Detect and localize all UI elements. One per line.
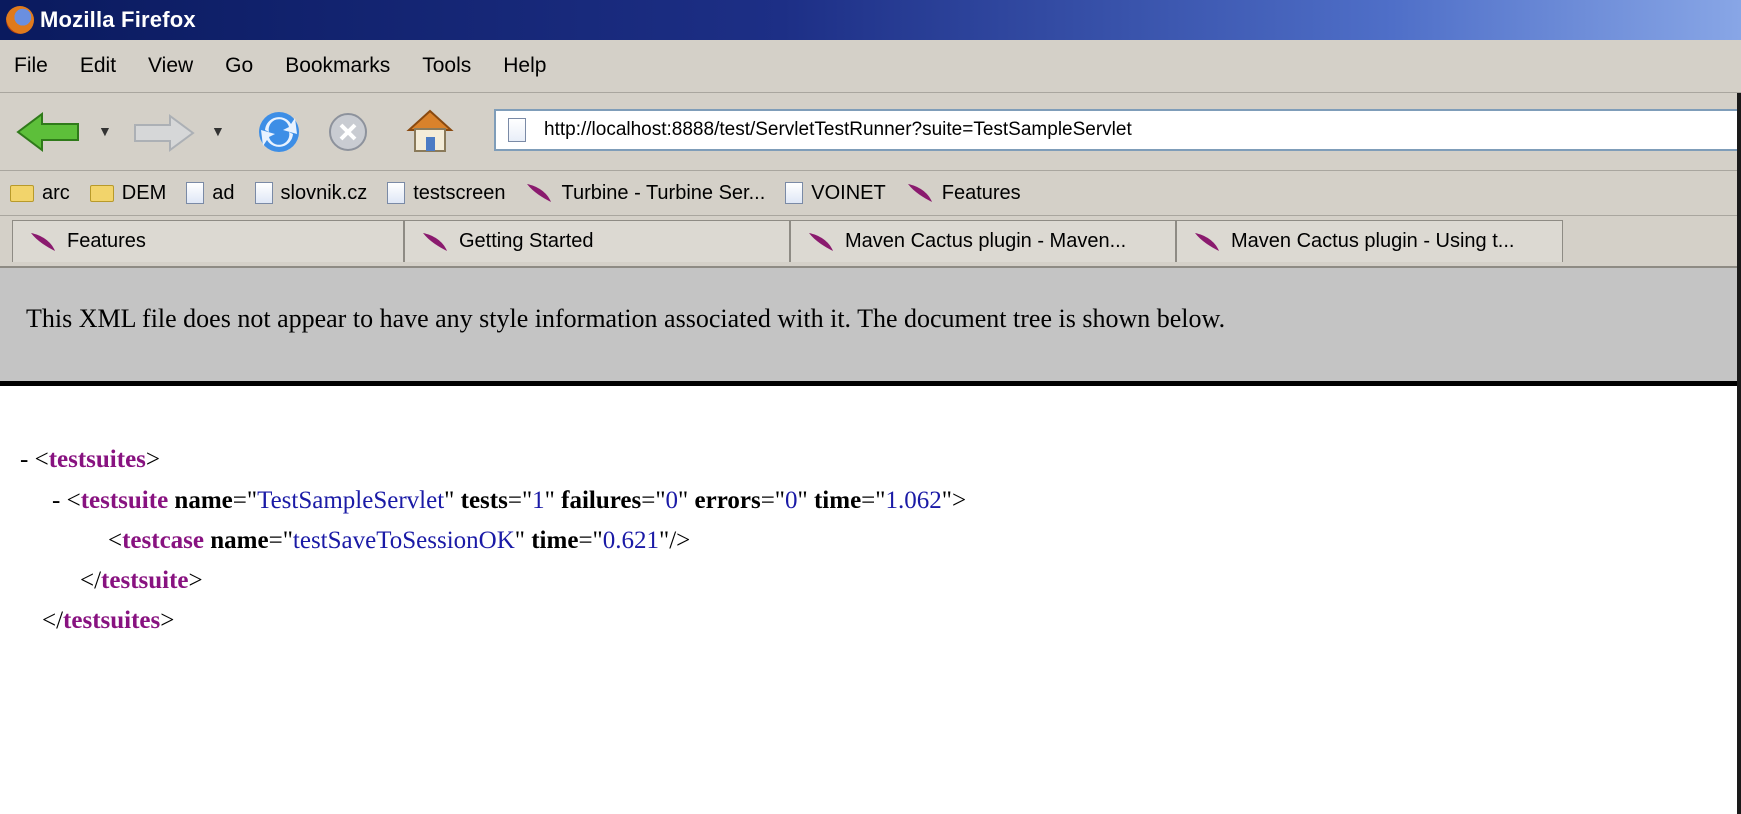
forward-icon[interactable] [133, 114, 195, 152]
firefox-logo-icon [6, 6, 34, 34]
bookmark-features[interactable]: Features [906, 182, 1021, 205]
xml-tag: testsuites [48, 446, 146, 473]
page-icon [785, 182, 804, 204]
feather-icon [527, 184, 552, 202]
bookmark-label: DEM [121, 181, 167, 204]
bookmark-arc[interactable]: arc [10, 182, 70, 205]
xml-value: 0.621 [602, 527, 659, 554]
feather-icon [907, 184, 932, 202]
feather-icon [1195, 232, 1219, 251]
menu-help[interactable]: Help [503, 54, 546, 78]
xml-value: TestSampleServlet [257, 487, 445, 514]
xml-attr: time [531, 527, 579, 554]
bookmark-label: VOINET [811, 181, 886, 204]
window-title: Mozilla Firefox [40, 7, 196, 32]
xml-attr: name [174, 487, 233, 514]
page-icon [186, 182, 205, 204]
collapse-toggle[interactable]: - [20, 446, 35, 473]
xml-value: 0 [665, 487, 679, 514]
page-icon [508, 118, 526, 142]
tab-maven-cactus-1[interactable]: Maven Cactus plugin - Maven... [790, 220, 1176, 262]
xml-attr: tests [460, 487, 508, 514]
back-dropdown-icon[interactable]: ▼ [98, 123, 112, 139]
bookmarks-toolbar: arc DEM ad slovnik.cz testscreen Turbine… [0, 171, 1741, 216]
xml-value: 1 [532, 487, 545, 514]
tab-label: Getting Started [459, 230, 594, 252]
address-bar[interactable]: http://localhost:8888/test/ServletTestRu… [494, 109, 1741, 151]
xml-tag: testcase [122, 527, 205, 554]
bookmark-label: arc [42, 181, 70, 204]
bookmark-testscreen[interactable]: testscreen [387, 182, 505, 205]
xml-tag: testsuite [101, 567, 189, 594]
title-bar: Mozilla Firefox [0, 0, 1741, 40]
page-icon [254, 182, 273, 204]
xml-style-notice: This XML file does not appear to have an… [0, 268, 1741, 386]
bookmark-label: slovnik.cz [280, 181, 368, 204]
bookmark-dem[interactable]: DEM [89, 181, 167, 205]
home-icon[interactable] [405, 108, 455, 154]
xml-value: 1.062 [885, 487, 942, 514]
tab-label: Features [67, 230, 146, 252]
xml-value: testSaveToSessionOK [292, 527, 515, 554]
menu-bar: File Edit View Go Bookmarks Tools Help [0, 40, 1741, 93]
feather-icon [423, 232, 447, 251]
bookmark-slovnik[interactable]: slovnik.cz [254, 181, 368, 205]
folder-icon [10, 184, 34, 202]
feather-icon [31, 232, 55, 251]
xml-tree: - <testsuites> - <testsuite name="TestSa… [0, 386, 1741, 814]
notice-text: This XML file does not appear to have an… [26, 304, 1226, 333]
bookmark-turbine[interactable]: Turbine - Turbine Ser... [525, 182, 765, 205]
xml-line-testcase: <testcase name="testSaveToSessionOK" tim… [108, 527, 691, 554]
reload-icon[interactable] [255, 108, 303, 156]
menu-bookmarks[interactable]: Bookmarks [285, 54, 390, 78]
bookmark-label: testscreen [413, 181, 506, 204]
url-text[interactable]: http://localhost:8888/test/ServletTestRu… [544, 119, 1132, 141]
tab-bar: Features Getting Started Maven Cactus pl… [0, 216, 1741, 268]
page-icon [387, 182, 406, 204]
menu-view[interactable]: View [148, 54, 193, 78]
back-icon[interactable] [16, 112, 82, 152]
stop-icon[interactable] [327, 111, 369, 153]
bookmark-label: Turbine - Turbine Ser... [561, 181, 766, 204]
collapse-toggle[interactable]: - [52, 487, 67, 514]
xml-line-testsuites-close: </testsuites> [42, 607, 175, 634]
tab-label: Maven Cactus plugin - Using t... [1231, 230, 1515, 252]
tab-maven-cactus-2[interactable]: Maven Cactus plugin - Using t... [1176, 220, 1563, 262]
menu-go[interactable]: Go [225, 54, 253, 78]
xml-line-testsuite-close: </testsuite> [80, 567, 203, 594]
xml-attr: errors [694, 487, 761, 514]
tab-features[interactable]: Features [12, 220, 404, 262]
xml-tag: testsuite [80, 487, 169, 514]
xml-attr: time [813, 487, 862, 514]
navigation-toolbar: ▼ ▼ http://localhost:8888/test/ServletTe… [0, 93, 1741, 171]
feather-icon [809, 232, 833, 251]
tab-label: Maven Cactus plugin - Maven... [845, 230, 1127, 252]
folder-icon [89, 184, 114, 202]
window-border [1737, 93, 1741, 814]
bookmark-label: ad [212, 181, 235, 204]
xml-line-testsuites-open: - <testsuites> [20, 446, 161, 473]
forward-dropdown-icon[interactable]: ▼ [211, 123, 225, 139]
bookmark-ad[interactable]: ad [186, 181, 235, 205]
xml-line-testsuite-open: - <testsuite name="TestSampleServlet" te… [52, 487, 967, 514]
menu-tools[interactable]: Tools [422, 54, 471, 78]
menu-edit[interactable]: Edit [80, 54, 116, 78]
tab-getting-started[interactable]: Getting Started [404, 220, 790, 262]
menu-file[interactable]: File [14, 54, 48, 78]
xml-value: 0 [785, 487, 798, 514]
xml-attr: failures [561, 487, 642, 514]
bookmark-label: Features [941, 181, 1021, 204]
browser-window: Mozilla Firefox File Edit View Go Bookma… [0, 0, 1741, 814]
xml-attr: name [210, 527, 269, 554]
bookmark-voinet[interactable]: VOINET [785, 181, 886, 205]
xml-tag: testsuites [63, 607, 161, 634]
